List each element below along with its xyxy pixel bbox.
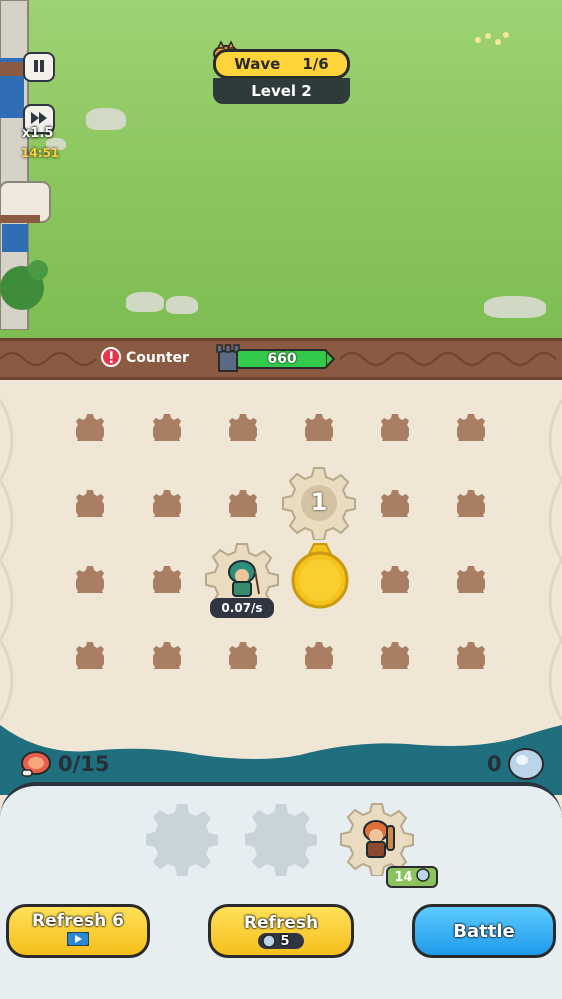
timer-label: 14:51: [21, 146, 60, 160]
battle-button[interactable]: Battle: [412, 904, 556, 958]
refresh-button[interactable]: Refresh 5: [208, 904, 354, 958]
board-slot[interactable]: [225, 413, 261, 450]
hero-rate-label: 0.07/s: [210, 598, 274, 618]
battle-label: Battle: [453, 920, 515, 942]
pause-icon: [32, 58, 46, 77]
merge-gear[interactable]: 1: [282, 466, 356, 541]
board-slot[interactable]: [377, 641, 413, 678]
shop-hero-warrior[interactable]: [340, 802, 414, 877]
board-slot[interactable]: [149, 413, 185, 450]
play-video-icon: [66, 931, 90, 951]
wave-indicator: Wave 1/6: [213, 49, 350, 79]
refresh-cost: 5: [280, 933, 290, 949]
counter-label: Counter: [126, 350, 189, 366]
gem-icon: [415, 868, 430, 886]
meat-counter: 0/15: [58, 752, 110, 776]
board-slot[interactable]: [149, 641, 185, 678]
gem-counter: 0: [487, 752, 502, 776]
pause-button[interactable]: [23, 52, 55, 82]
hero-price: 14: [394, 869, 413, 885]
board-slot[interactable]: [72, 565, 108, 602]
refresh-ad-button[interactable]: Refresh 6: [6, 904, 150, 958]
rock: [166, 296, 198, 314]
board-slot[interactable]: [225, 641, 261, 678]
board-slot[interactable]: [377, 565, 413, 602]
gear-slot-icon[interactable]: [244, 802, 318, 876]
board-slot[interactable]: [301, 413, 337, 450]
refresh-ad-label: Refresh 6: [32, 911, 124, 931]
board-slot[interactable]: [149, 489, 185, 526]
wave-label: Wave: [234, 55, 281, 73]
board-slot[interactable]: [72, 641, 108, 678]
board-slot[interactable]: [377, 489, 413, 526]
castle-hp-bar: 660: [236, 349, 328, 369]
gold-coin[interactable]: [291, 542, 349, 612]
board-slot[interactable]: [453, 489, 489, 526]
hero-price-tag: 14: [386, 866, 438, 888]
refresh-cost-badge: 5: [258, 933, 304, 949]
alert-icon: [101, 347, 121, 367]
meat-icon: [18, 750, 52, 780]
gem-icon: [506, 746, 546, 782]
board-slot[interactable]: [301, 641, 337, 678]
rock: [484, 296, 546, 318]
castle-wall: [0, 0, 52, 331]
merge-level: 1: [310, 488, 328, 516]
rock: [86, 108, 126, 130]
board-slot[interactable]: [377, 413, 413, 450]
board-slot[interactable]: [453, 413, 489, 450]
board-slot[interactable]: [453, 641, 489, 678]
hp-bar-tip: [325, 348, 336, 370]
board-slot[interactable]: [453, 565, 489, 602]
board-slot[interactable]: [72, 489, 108, 526]
board-slot[interactable]: [149, 565, 185, 602]
speed-label: x1.5: [22, 126, 54, 141]
board-slot[interactable]: [225, 489, 261, 526]
rock: [126, 292, 164, 312]
wave-value: 1/6: [302, 55, 329, 73]
refresh-label: Refresh: [243, 913, 319, 933]
flowers: [472, 30, 512, 48]
level-label: Level 2: [213, 78, 350, 104]
gear-slot-icon[interactable]: [145, 802, 219, 876]
board-slot[interactable]: [72, 413, 108, 450]
gem-icon: [262, 934, 277, 948]
